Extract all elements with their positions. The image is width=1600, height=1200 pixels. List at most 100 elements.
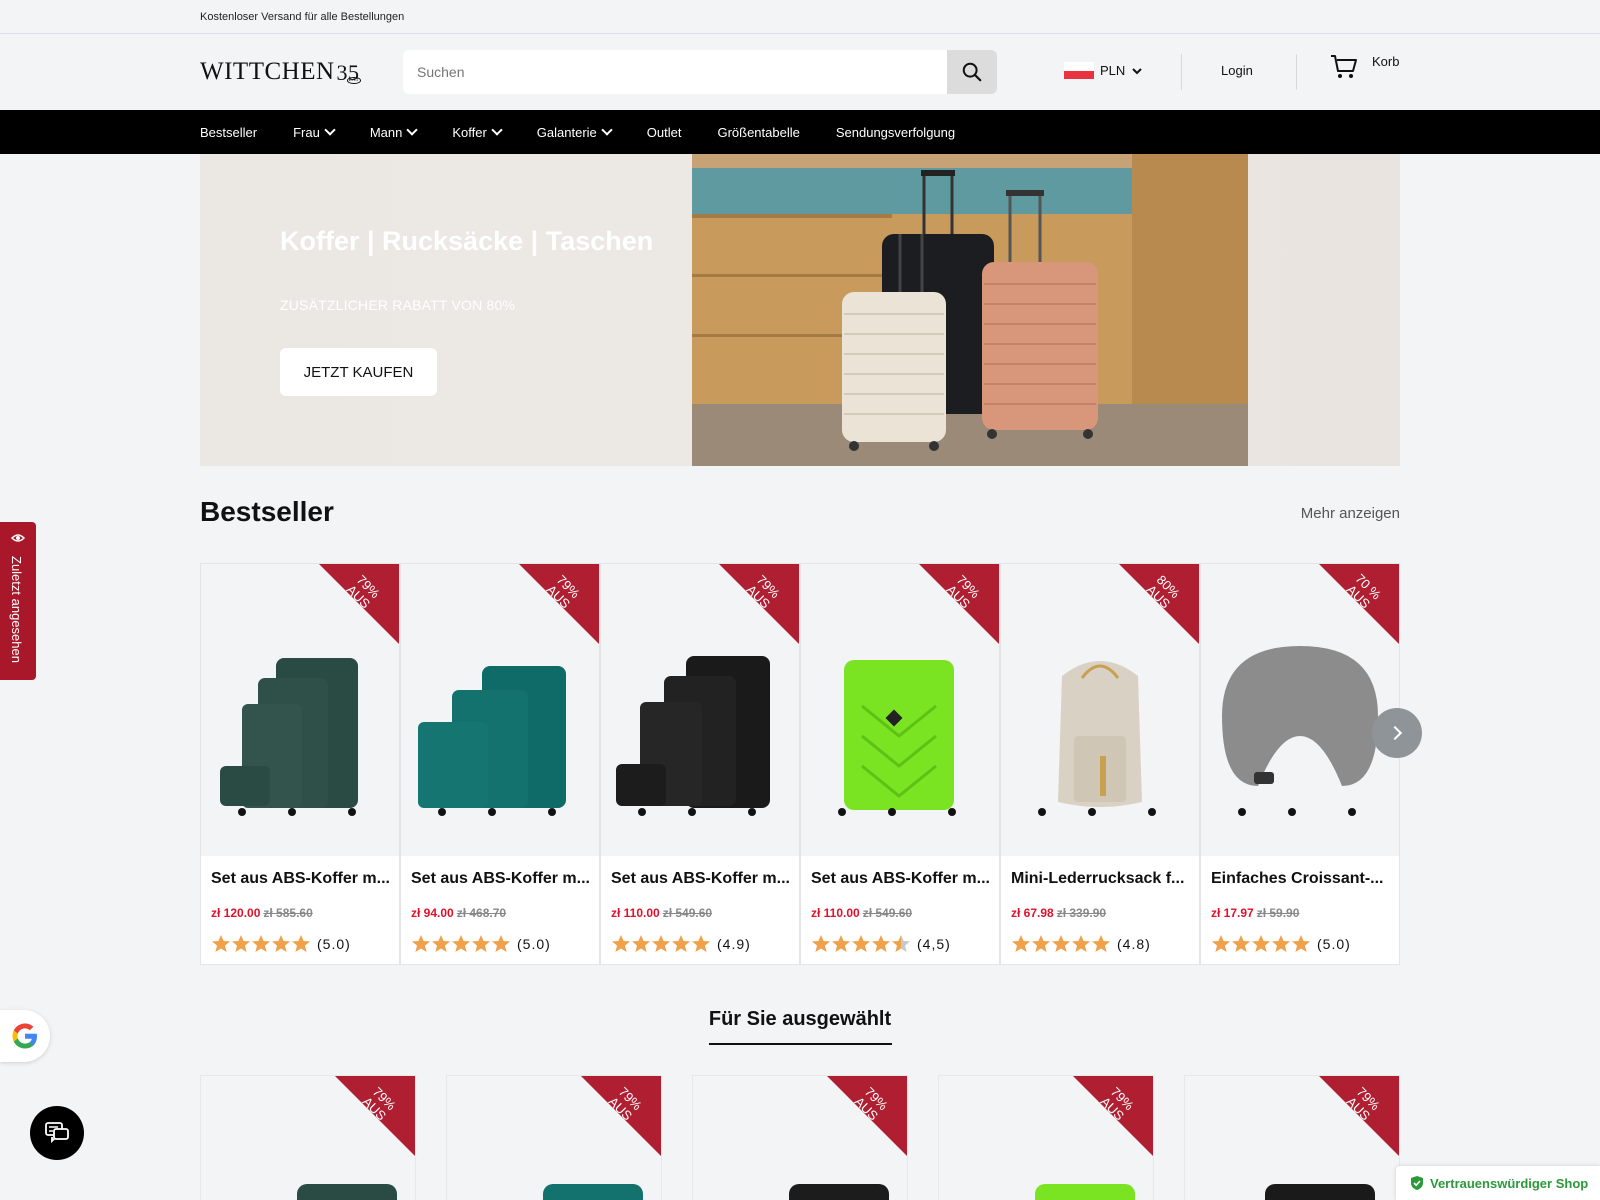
product-name[interactable]: Set aus ABS-Koffer m... bbox=[411, 870, 591, 888]
current-price: zł 110.00 bbox=[811, 906, 860, 920]
old-price: zł 339.90 bbox=[1056, 906, 1107, 920]
selected-for-you-title[interactable]: Für Sie ausgewählt bbox=[0, 1008, 1600, 1031]
star-icon bbox=[692, 935, 710, 952]
nav-item-label: Outlet bbox=[646, 124, 682, 140]
product-image[interactable]: 79% AUS bbox=[201, 564, 399, 856]
old-price: zł 549.60 bbox=[862, 906, 913, 920]
current-price: zł 67.98 bbox=[1011, 906, 1054, 920]
chevron-down-icon bbox=[491, 124, 503, 136]
current-price: zł 94.00 bbox=[411, 906, 454, 920]
current-price: zł 120.00 bbox=[211, 906, 261, 920]
star-icon bbox=[1232, 935, 1250, 952]
product-price: zł 110.00 zł 549.60 bbox=[611, 906, 712, 920]
product-name[interactable]: Mini-Lederrucksack f... bbox=[1011, 870, 1191, 888]
login-link[interactable]: Login bbox=[1221, 63, 1253, 78]
star-icon bbox=[452, 935, 470, 952]
product-name[interactable]: Einfaches Croissant-... bbox=[1211, 870, 1391, 888]
divider bbox=[1181, 54, 1182, 90]
shipping-banner: Kostenloser Versand für alle Bestellunge… bbox=[0, 0, 1600, 34]
product-price: zł 110.00 zł 549.60 bbox=[811, 906, 912, 920]
search-button[interactable] bbox=[947, 50, 997, 94]
product-rating: (4,5) bbox=[811, 934, 951, 954]
cart-link[interactable]: Korb bbox=[1330, 54, 1399, 80]
product-image[interactable]: 80% AUS bbox=[1001, 564, 1199, 856]
product-name[interactable]: Set aus ABS-Koffer m... bbox=[211, 870, 391, 888]
product-image[interactable]: 79% AUS bbox=[601, 564, 799, 856]
rating-stars bbox=[411, 934, 511, 954]
product-card[interactable]: 70 % AUS Einfaches Croissant-... zł 17.97 z… bbox=[1200, 563, 1400, 965]
star-icon bbox=[612, 935, 630, 952]
carousel-next-button[interactable] bbox=[1372, 708, 1422, 758]
star-icon bbox=[292, 935, 310, 952]
star-icon bbox=[472, 935, 490, 952]
nav-item-galanterie[interactable]: Galanterie bbox=[536, 124, 613, 140]
nav-item-label: Größentabelle bbox=[717, 124, 800, 140]
product-card[interactable]: 79% AUS Set aus ABS-Koffer m... zł 110.00 z… bbox=[600, 563, 800, 965]
product-rating: (5.0) bbox=[411, 934, 551, 954]
star-icon bbox=[252, 935, 270, 952]
nav-item-frau[interactable]: Frau bbox=[293, 124, 336, 140]
show-more-link[interactable]: Mehr anzeigen bbox=[1301, 505, 1400, 522]
product-card[interactable]: 80% AUS Mini-Lederrucksack f... zł 67.98 zł… bbox=[1000, 563, 1200, 965]
product-image[interactable]: 70 % AUS bbox=[1201, 564, 1399, 856]
star-icon bbox=[1272, 935, 1290, 952]
currency-selector[interactable]: PLN bbox=[1064, 62, 1143, 79]
rating-stars bbox=[811, 934, 911, 954]
logo[interactable]: WITTCHEN 35 LAT bbox=[200, 58, 362, 86]
google-reviews-button[interactable] bbox=[0, 1010, 50, 1062]
recently-viewed-label: Zuletzt angesehen bbox=[9, 556, 24, 663]
product-price: zł 120.00 zł 585.60 bbox=[211, 906, 313, 920]
main-nav: Bestseller Frau Mann Koffer Galanterie Outlet… bbox=[0, 110, 1600, 154]
divider bbox=[1296, 54, 1297, 90]
product-card[interactable]: 79% AUS Set aus ABS-Koffer m... zł 120.00 z… bbox=[200, 563, 400, 965]
recently-viewed-tab[interactable]: Zuletzt angesehen bbox=[0, 522, 36, 680]
nav-item-koffer[interactable]: Koffer bbox=[452, 124, 503, 140]
trusted-shop-badge[interactable]: Vertrauenswürdiger Shop bbox=[1396, 1166, 1600, 1200]
product-card[interactable]: 79% AUS bbox=[446, 1075, 662, 1200]
rating-value: (5.0) bbox=[517, 936, 551, 952]
nav-item-größentabelle[interactable]: Größentabelle bbox=[717, 125, 799, 140]
search-bar bbox=[403, 50, 997, 94]
star-icon bbox=[1092, 935, 1110, 952]
product-image[interactable]: 79% AUS bbox=[401, 564, 599, 856]
logo-text: WITTCHEN bbox=[200, 58, 335, 85]
nav-item-label: Mann bbox=[369, 124, 403, 140]
selected-carousel: 79% AUS 79% AUS 79% AUS 79% AUS 79% AUS bbox=[200, 1075, 1400, 1200]
hero-banner[interactable]: Koffer | Rucksäcke | Taschen ZUSÄTZLICHE… bbox=[200, 154, 1400, 466]
product-rating: (4.8) bbox=[1011, 934, 1151, 954]
chat-button[interactable] bbox=[30, 1106, 84, 1160]
nav-item-sendungsverfolgung[interactable]: Sendungsverfolgung bbox=[836, 125, 955, 140]
nav-item-outlet[interactable]: Outlet bbox=[647, 125, 682, 140]
rating-value: (5.0) bbox=[1317, 936, 1351, 952]
shop-now-button[interactable]: JETZT KAUFEN bbox=[280, 348, 437, 396]
product-card[interactable]: 79% AUS bbox=[692, 1075, 908, 1200]
currency-label: PLN bbox=[1100, 63, 1126, 78]
product-price: zł 17.97 zł 59.90 bbox=[1211, 906, 1299, 920]
product-card[interactable]: 79% AUS Set aus ABS-Koffer m... zł 110.00 z… bbox=[800, 563, 1000, 965]
product-name[interactable]: Set aus ABS-Koffer m... bbox=[611, 870, 791, 888]
product-card[interactable]: 79% AUS Set aus ABS-Koffer m... zł 94.00 zł… bbox=[400, 563, 600, 965]
product-name[interactable]: Set aus ABS-Koffer m... bbox=[811, 870, 991, 888]
header: WITTCHEN 35LAT PLN Login Korb bbox=[0, 34, 1600, 110]
product-card[interactable]: 79% AUS bbox=[1184, 1075, 1400, 1200]
search-input[interactable] bbox=[403, 50, 947, 94]
star-icon bbox=[1052, 935, 1070, 952]
product-image[interactable]: 79% AUS bbox=[801, 564, 999, 856]
nav-item-mann[interactable]: Mann bbox=[369, 124, 419, 140]
star-icon bbox=[492, 935, 510, 952]
star-icon bbox=[1032, 935, 1050, 952]
hero-luggage-image bbox=[692, 154, 1248, 466]
old-price: zł 59.90 bbox=[1256, 906, 1300, 920]
star-icon bbox=[892, 935, 910, 952]
chevron-down-icon bbox=[1132, 67, 1143, 74]
product-card[interactable]: 79% AUS bbox=[938, 1075, 1154, 1200]
product-card[interactable]: 79% AUS bbox=[200, 1075, 416, 1200]
nav-item-label: Sendungsverfolgung bbox=[835, 124, 956, 140]
star-icon bbox=[232, 935, 250, 952]
star-icon bbox=[852, 935, 870, 952]
nav-item-label: Galanterie bbox=[536, 124, 597, 140]
chevron-right-icon bbox=[1387, 725, 1403, 741]
nav-item-bestseller[interactable]: Bestseller bbox=[200, 125, 257, 140]
chevron-down-icon bbox=[324, 124, 336, 136]
star-icon bbox=[652, 935, 670, 952]
